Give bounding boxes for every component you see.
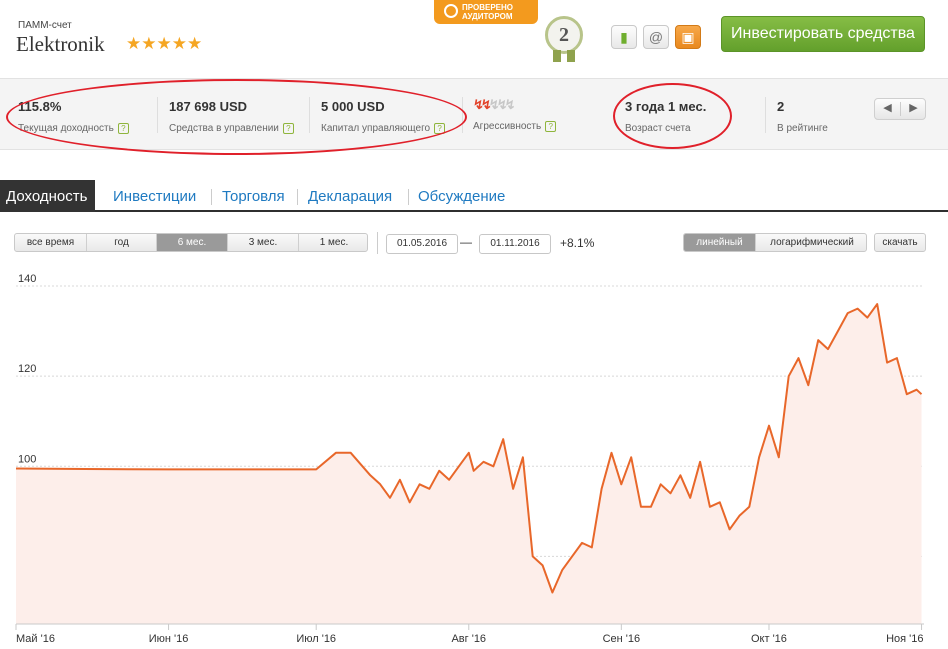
tab-divider xyxy=(211,189,212,205)
tab-yield[interactable]: Доходность xyxy=(0,180,96,212)
tab-discussion[interactable]: Обсуждение xyxy=(418,180,505,212)
prev-arrow-icon[interactable]: ◀ xyxy=(875,101,900,114)
scale-selector: линейный логарифмический xyxy=(683,233,867,252)
tab-trading[interactable]: Торговля xyxy=(222,180,285,212)
stat-divider xyxy=(765,97,766,133)
audit-seal-icon xyxy=(444,4,458,18)
rating-stars: ★★★★★ xyxy=(126,34,203,53)
aggressiveness-bolts-icon: ↯↯↯↯↯ xyxy=(473,97,515,112)
scale-logarithmic[interactable]: логарифмический xyxy=(756,234,866,251)
x-tick-label: Июл '16 xyxy=(296,633,336,645)
pamm-account-page: ПАММ-счет Elektronik ★★★★★ ПРОВЕРЕНО АУД… xyxy=(0,0,948,649)
y-tick-label: 100 xyxy=(18,453,36,465)
yield-chart: 80100120140Май '16Июн '16Июл '16Авг '16С… xyxy=(0,260,948,649)
rating-pager: ◀ ▶ xyxy=(874,98,926,120)
rank-medal-icon[interactable]: 2 xyxy=(545,16,583,54)
highlight-oval xyxy=(6,79,467,155)
tab-declaration[interactable]: Декларация xyxy=(308,180,392,212)
stat-aggressiveness: ↯↯↯↯↯ Агрессивность? xyxy=(473,97,557,133)
account-stats-bar: 115.8% Текущая доходность? 187 698 USD С… xyxy=(0,78,948,155)
period-all-time[interactable]: все время xyxy=(15,234,87,251)
bookmark-icon[interactable]: ▮ xyxy=(611,25,637,49)
email-icon[interactable]: @ xyxy=(643,25,669,49)
controls-divider xyxy=(377,232,378,254)
tab-divider xyxy=(297,189,298,205)
y-tick-label: 120 xyxy=(18,363,36,375)
next-arrow-icon[interactable]: ▶ xyxy=(901,101,926,114)
x-tick-label: Май '16 xyxy=(16,633,55,645)
stat-rating-position: 2 В рейтинге xyxy=(777,99,828,134)
stat-label: В рейтинге xyxy=(777,123,828,134)
yield-chart-svg: 80100120140Май '16Июн '16Июл '16Авг '16С… xyxy=(15,273,924,645)
audit-badge-line1: ПРОВЕРЕНО xyxy=(462,3,513,12)
stat-value: 2 xyxy=(777,99,785,114)
tab-divider xyxy=(408,189,409,205)
tab-investments[interactable]: Инвестиции xyxy=(113,180,196,212)
period-1-month[interactable]: 1 мес. xyxy=(299,234,367,251)
help-icon[interactable]: ? xyxy=(545,121,557,132)
date-from-input[interactable]: 01.05.2016 xyxy=(386,234,458,254)
account-type-label: ПАММ-счет xyxy=(18,20,72,31)
invest-funds-button[interactable]: Инвестировать средства xyxy=(721,16,925,52)
stat-label: Агрессивность xyxy=(473,121,542,133)
x-tick-label: Окт '16 xyxy=(751,633,787,645)
date-range-dash: — xyxy=(460,235,472,249)
scale-linear[interactable]: линейный xyxy=(684,234,756,251)
period-3-months[interactable]: 3 мес. xyxy=(228,234,299,251)
account-header: ПАММ-счет Elektronik ★★★★★ ПРОВЕРЕНО АУД… xyxy=(0,0,948,78)
x-tick-label: Авг '16 xyxy=(451,633,486,645)
period-selector: все время год 6 мес. 3 мес. 1 мес. xyxy=(14,233,368,252)
section-tabs: Доходность Инвестиции Торговля Деклараци… xyxy=(0,180,948,212)
account-name: Elektronik xyxy=(16,32,105,56)
audit-badge-line2: АУДИТОРОМ xyxy=(462,12,513,21)
audited-badge[interactable]: ПРОВЕРЕНО АУДИТОРОМ xyxy=(434,0,538,24)
period-6-months[interactable]: 6 мес. xyxy=(157,234,228,251)
x-tick-label: Ноя '16 xyxy=(886,633,923,645)
y-tick-label: 140 xyxy=(18,273,36,285)
date-to-input[interactable]: 01.11.2016 xyxy=(479,234,551,254)
period-year[interactable]: год xyxy=(87,234,157,251)
highlight-oval xyxy=(613,83,732,149)
briefcase-icon[interactable]: ▣ xyxy=(675,25,701,49)
x-tick-label: Июн '16 xyxy=(149,633,189,645)
period-change: +8.1% xyxy=(560,236,595,250)
download-button[interactable]: скачать xyxy=(874,233,926,252)
yield-area xyxy=(16,304,922,624)
x-tick-label: Сен '16 xyxy=(603,633,641,645)
medal-ribbon xyxy=(553,50,575,62)
